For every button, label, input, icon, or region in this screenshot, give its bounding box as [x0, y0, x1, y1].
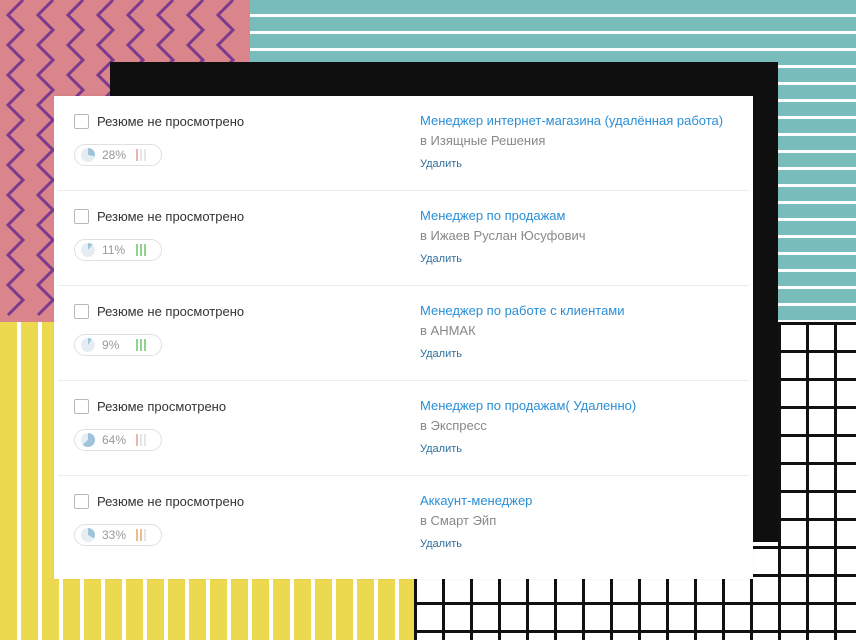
- vacancy-title-link[interactable]: Менеджер по продажам: [420, 208, 586, 223]
- match-percent: 28%: [102, 148, 127, 162]
- vacancy-info: Менеджер по продажам в Ижаев Руслан Юсуф…: [420, 208, 586, 265]
- match-pie-icon: [81, 243, 95, 257]
- company-name: в Ижаев Руслан Юсуфович: [420, 228, 586, 243]
- match-percent: 9%: [102, 338, 120, 352]
- status-line: Резюме просмотрено: [74, 399, 226, 414]
- status-line: Резюме не просмотрено: [74, 209, 244, 224]
- match-bars-icon: [136, 529, 146, 541]
- company-name: в Смарт Эйп: [420, 513, 497, 528]
- match-badge: 11%: [74, 239, 162, 261]
- status-line: Резюме не просмотрено: [74, 304, 244, 319]
- select-checkbox[interactable]: [74, 494, 89, 509]
- match-percent: 33%: [102, 528, 127, 542]
- match-badge: 33%: [74, 524, 162, 546]
- response-status-area: Резюме просмотрено 64%: [74, 399, 226, 451]
- vacancy-title-link[interactable]: Менеджер интернет-магазина (удалённая ра…: [420, 113, 723, 128]
- delete-link[interactable]: Удалить: [420, 348, 625, 360]
- response-status-area: Резюме не просмотрено 11%: [74, 209, 244, 261]
- match-pie-icon: [81, 338, 95, 352]
- delete-link[interactable]: Удалить: [420, 443, 636, 455]
- vacancy-title-link[interactable]: Менеджер по продажам( Удаленно): [420, 398, 636, 413]
- response-status-area: Резюме не просмотрено 28%: [74, 114, 244, 166]
- match-bars-icon: [136, 149, 146, 161]
- select-checkbox[interactable]: [74, 399, 89, 414]
- status-line: Резюме не просмотрено: [74, 494, 244, 509]
- response-row: Резюме просмотрено 64% Менеджер по прода…: [58, 381, 749, 476]
- match-badge: 64%: [74, 429, 162, 451]
- delete-link[interactable]: Удалить: [420, 158, 723, 170]
- select-checkbox[interactable]: [74, 209, 89, 224]
- view-status-text: Резюме не просмотрено: [97, 494, 245, 509]
- response-status-area: Резюме не просмотрено 9%: [74, 304, 244, 356]
- match-bars-icon: [136, 339, 146, 351]
- vacancy-title-link[interactable]: Менеджер по работе с клиентами: [420, 303, 625, 318]
- response-row: Резюме не просмотрено 9% Менеджер по раб…: [58, 286, 749, 381]
- response-row: Резюме не просмотрено 11% Менеджер по пр…: [58, 191, 749, 286]
- select-checkbox[interactable]: [74, 304, 89, 319]
- match-bars-icon: [136, 434, 146, 446]
- match-pie-icon: [81, 528, 95, 542]
- view-status-text: Резюме просмотрено: [97, 399, 227, 414]
- status-line: Резюме не просмотрено: [74, 114, 244, 129]
- response-row: Резюме не просмотрено 28% Менеджер интер…: [58, 96, 749, 191]
- vacancy-title-link[interactable]: Аккаунт-менеджер: [420, 493, 532, 508]
- match-pie-icon: [81, 148, 95, 162]
- view-status-text: Резюме не просмотрено: [97, 304, 245, 319]
- responses-list-panel: Резюме не просмотрено 28% Менеджер интер…: [54, 96, 753, 579]
- response-status-area: Резюме не просмотрено 33%: [74, 494, 244, 546]
- match-bars-icon: [136, 244, 146, 256]
- match-badge: 28%: [74, 144, 162, 166]
- vacancy-info: Аккаунт-менеджер в Смарт Эйп Удалить: [420, 493, 532, 550]
- vacancy-info: Менеджер по работе с клиентами в АНМАК У…: [420, 303, 625, 360]
- company-name: в АНМАК: [420, 323, 476, 338]
- response-row: Резюме не просмотрено 33% Аккаунт-менедж…: [58, 476, 749, 570]
- vacancy-info: Менеджер интернет-магазина (удалённая ра…: [420, 113, 723, 170]
- match-badge: 9%: [74, 334, 162, 356]
- delete-link[interactable]: Удалить: [420, 253, 586, 265]
- delete-link[interactable]: Удалить: [420, 538, 532, 550]
- view-status-text: Резюме не просмотрено: [97, 209, 245, 224]
- company-name: в Изящные Решения: [420, 133, 546, 148]
- vacancy-info: Менеджер по продажам( Удаленно) в Экспре…: [420, 398, 636, 455]
- view-status-text: Резюме не просмотрено: [97, 114, 245, 129]
- select-checkbox[interactable]: [74, 114, 89, 129]
- company-name: в Экспресс: [420, 418, 487, 433]
- match-pie-icon: [81, 433, 95, 447]
- match-percent: 11%: [102, 243, 126, 257]
- match-percent: 64%: [102, 433, 127, 447]
